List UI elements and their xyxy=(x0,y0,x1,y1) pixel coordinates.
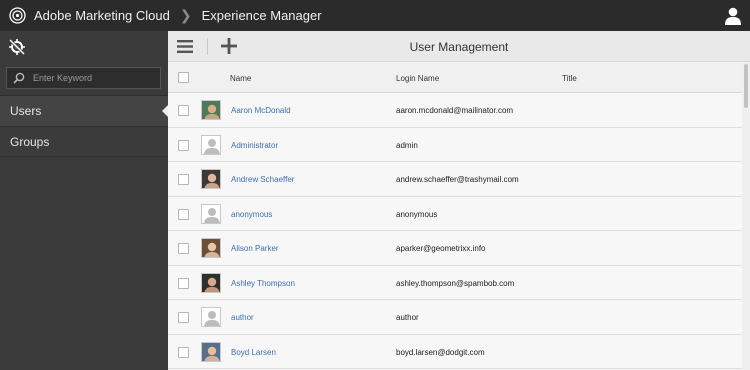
breadcrumb-brand[interactable]: Adobe Marketing Cloud xyxy=(34,8,170,23)
toolbar: User Management xyxy=(168,31,750,62)
login-name-cell: author xyxy=(396,313,419,322)
table-row[interactable]: anonymous anonymous xyxy=(168,196,742,231)
avatar xyxy=(201,100,221,120)
default-avatar-icon xyxy=(201,307,221,327)
login-name-cell: ashley.thompson@spambob.com xyxy=(396,278,515,288)
keyword-search-box[interactable] xyxy=(6,67,161,89)
table-row[interactable]: author author xyxy=(168,300,742,335)
table-header: Name Login Name Title xyxy=(168,62,742,93)
sidebar: Users Groups xyxy=(0,31,168,370)
search-icon xyxy=(13,72,25,84)
login-name-cell: andrew.schaeffer@trashymail.com xyxy=(396,175,519,184)
top-bar: Adobe Marketing Cloud ❯ Experience Manag… xyxy=(0,0,750,31)
avatar xyxy=(201,169,221,189)
select-all-checkbox[interactable] xyxy=(178,72,189,83)
table-row[interactable]: Administrator admin xyxy=(168,127,742,162)
avatar xyxy=(201,272,221,293)
table-row[interactable]: Boyd Larsen boyd.larsen@dodgit.com xyxy=(168,334,742,369)
user-table-body: Aaron McDonald aaron.mcdonald@mailinator.… xyxy=(168,93,742,369)
login-name-cell: anonymous xyxy=(396,209,438,219)
column-header-login-name[interactable]: Login Name xyxy=(396,74,439,83)
user-name-link[interactable]: author xyxy=(231,313,254,322)
default-avatar-icon xyxy=(201,203,221,224)
login-name-cell: boyd.larsen@dodgit.com xyxy=(396,347,485,357)
table-row[interactable]: Ashley Thompson ashley.thompson@spambob.c… xyxy=(168,265,742,300)
column-header-name[interactable]: Name xyxy=(230,74,251,83)
default-avatar-icon xyxy=(201,134,221,155)
breadcrumb-chevron-icon: ❯ xyxy=(179,7,192,23)
table-row[interactable]: Andrew Schaeffer andrew.schaeffer@trashym… xyxy=(168,162,742,197)
page-title: User Management xyxy=(409,40,509,54)
user-name-link[interactable]: Administrator xyxy=(231,141,278,150)
scrollbar-thumb[interactable] xyxy=(744,64,748,108)
row-checkbox[interactable] xyxy=(178,277,189,289)
row-checkbox[interactable] xyxy=(178,243,189,254)
login-name-cell: aparker@geometrixx.info xyxy=(396,244,486,253)
adobe-marketing-cloud-logo-icon[interactable] xyxy=(9,7,26,24)
breadcrumb-product[interactable]: Experience Manager xyxy=(202,8,322,23)
row-checkbox[interactable] xyxy=(178,312,189,323)
tools-compass-icon[interactable] xyxy=(8,38,26,56)
login-name-cell: admin xyxy=(396,140,418,150)
user-name-link[interactable]: Ashley Thompson xyxy=(231,279,295,288)
user-name-link[interactable]: Alison Parker xyxy=(231,244,279,253)
row-checkbox[interactable] xyxy=(178,174,189,185)
sidebar-header xyxy=(0,31,168,62)
user-name-link[interactable]: anonymous xyxy=(231,210,272,219)
table-row[interactable]: Alison Parker aparker@geometrixx.info xyxy=(168,231,742,266)
sidebar-item-label: Users xyxy=(10,104,42,118)
avatar xyxy=(201,238,221,258)
sidebar-item-label: Groups xyxy=(10,134,50,149)
row-checkbox[interactable] xyxy=(178,105,189,116)
row-checkbox[interactable] xyxy=(178,208,189,220)
avatar xyxy=(201,341,221,362)
row-checkbox[interactable] xyxy=(178,346,189,358)
user-name-link[interactable]: Aaron McDonald xyxy=(231,106,291,115)
keyword-search-input[interactable] xyxy=(33,73,153,83)
table-row[interactable]: Aaron McDonald aaron.mcdonald@mailinator.… xyxy=(168,93,742,128)
scrollbar[interactable] xyxy=(742,62,750,370)
row-checkbox[interactable] xyxy=(178,139,189,151)
sidebar-item-groups[interactable]: Groups xyxy=(0,126,168,157)
user-name-link[interactable]: Boyd Larsen xyxy=(231,348,276,357)
user-name-link[interactable]: Andrew Schaeffer xyxy=(231,175,294,184)
column-header-title[interactable]: Title xyxy=(562,74,577,83)
main-panel: User Management Name Login Name Title Aa… xyxy=(168,31,750,370)
user-profile-icon[interactable] xyxy=(725,7,741,25)
login-name-cell: aaron.mcdonald@mailinator.com xyxy=(396,106,514,115)
sidebar-item-users[interactable]: Users xyxy=(0,95,168,126)
